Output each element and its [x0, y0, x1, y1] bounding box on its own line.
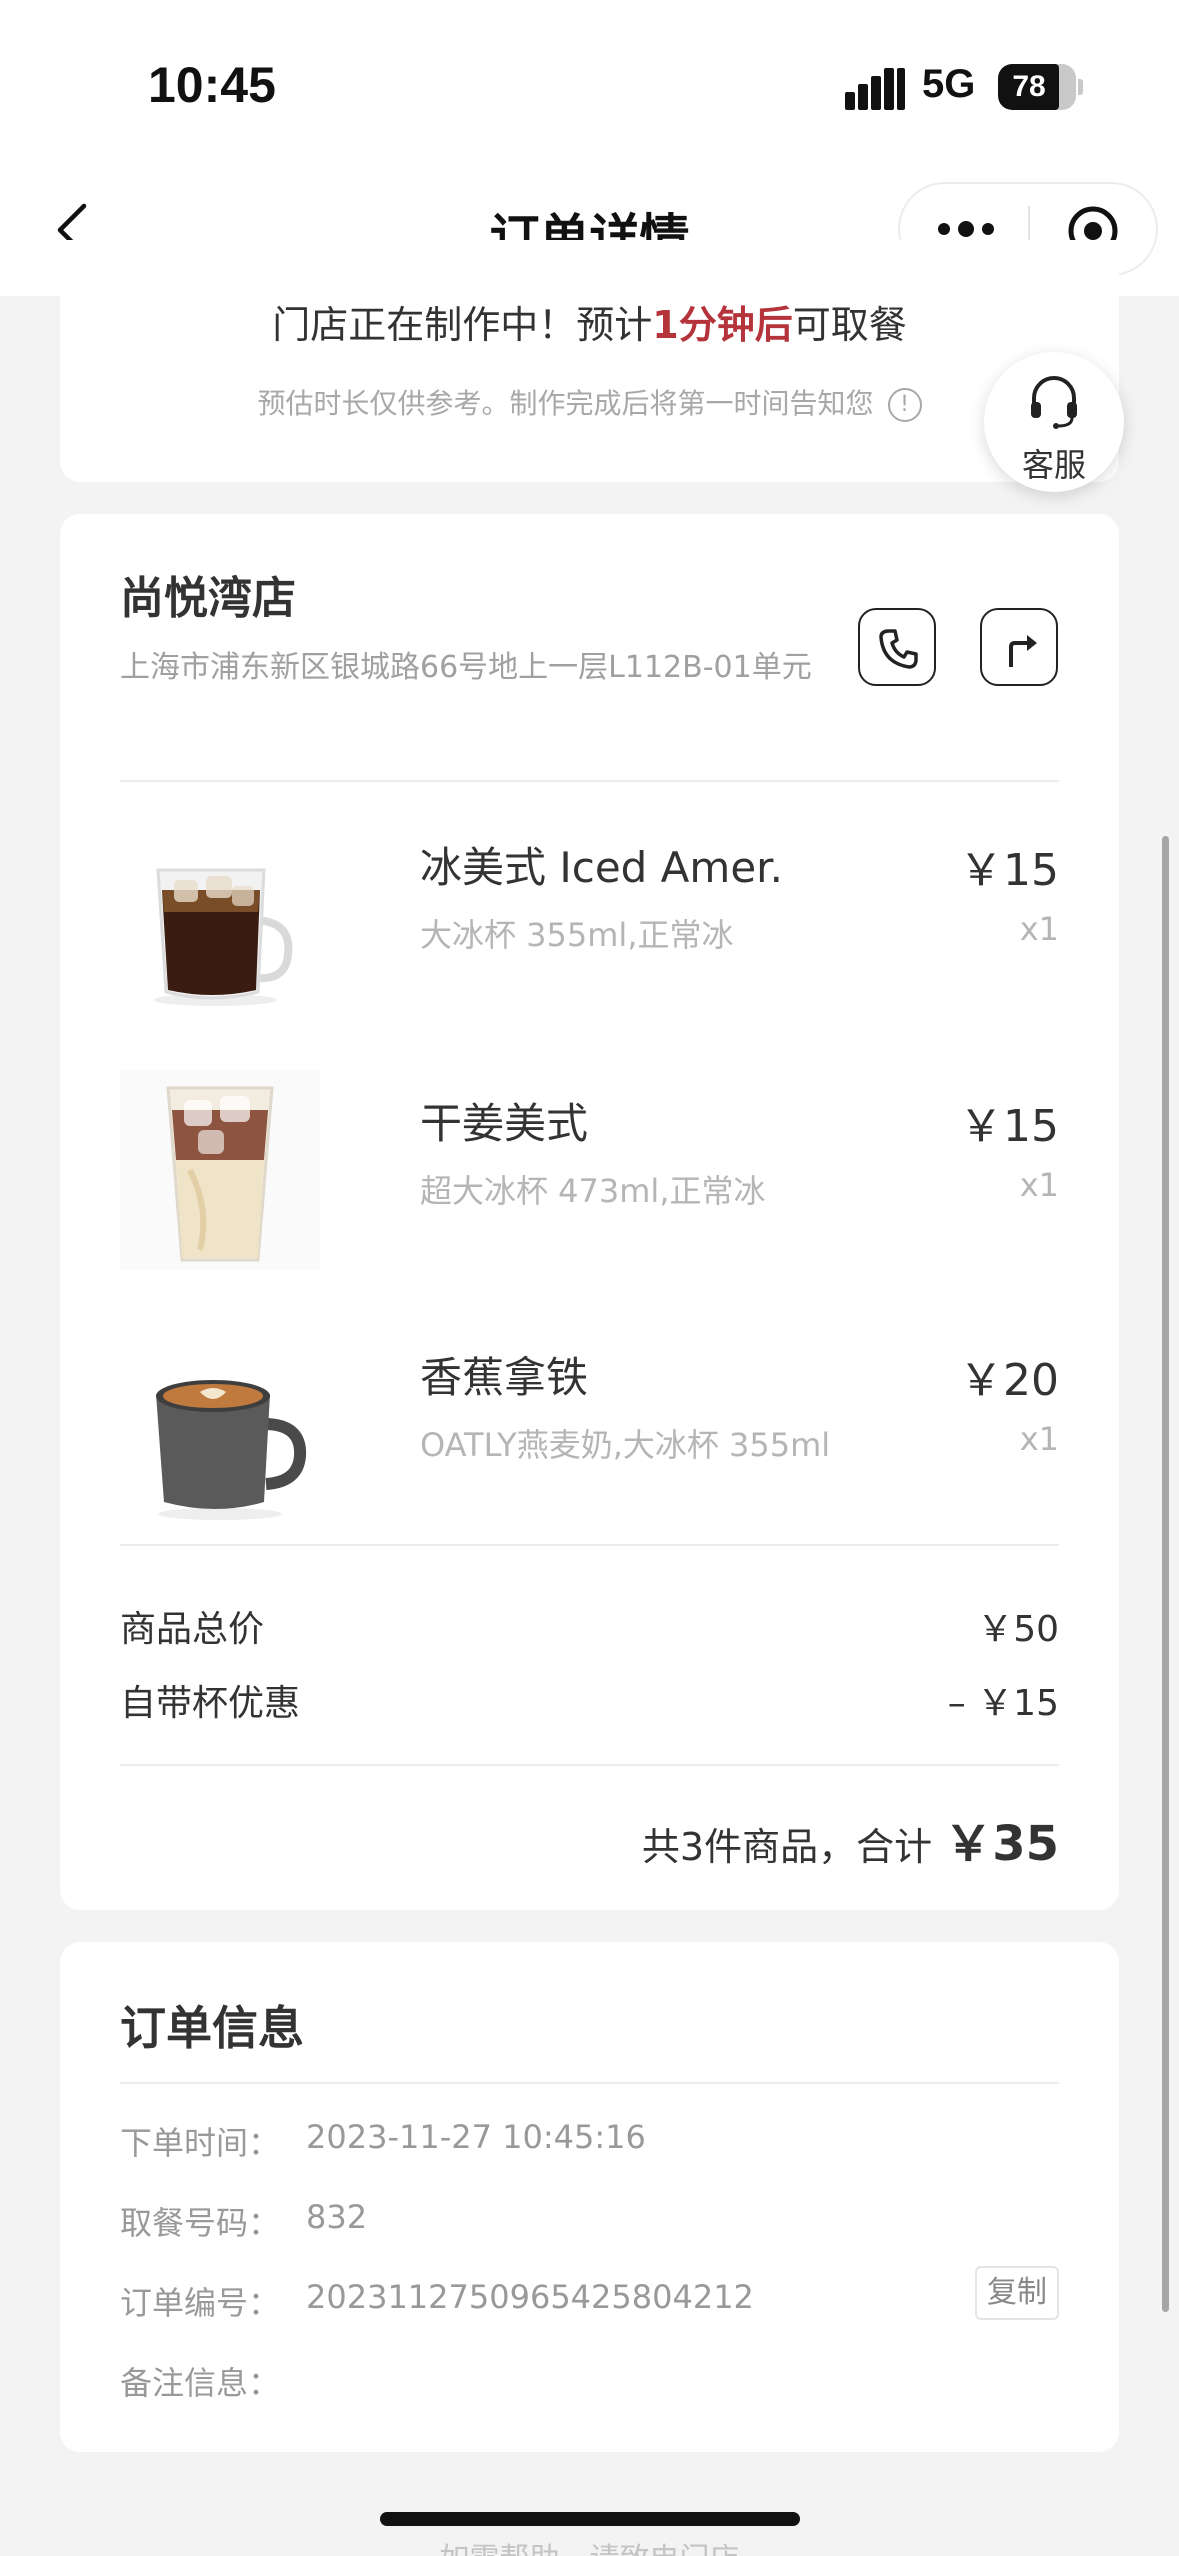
banana-latte-image — [120, 1324, 320, 1524]
item-spec: 大冰杯 355ml,正常冰 — [420, 916, 734, 954]
network-type: 5G — [922, 62, 976, 106]
estimate-note: 预估时长仅供参考。制作完成后将第一时间告知您! — [60, 382, 1119, 422]
item-spec: 超大冰杯 473ml,正常冰 — [420, 1172, 766, 1210]
copy-button[interactable]: 复制 — [975, 2266, 1059, 2320]
battery-level: 78 — [1012, 70, 1046, 103]
scrollbar[interactable] — [1162, 836, 1169, 2312]
battery-tip — [1078, 79, 1083, 95]
store-card: 尚悦湾店 上海市浦东新区银城路66号地上一层L112B-01单元 冰美式 Ice… — [60, 514, 1119, 1910]
status-bar: 10:45 5G 78 — [0, 0, 1179, 170]
item-spec: OATLY燕麦奶,大冰杯 355ml — [420, 1426, 831, 1464]
estimate-note-text: 预估时长仅供参考。制作完成后将第一时间告知您 — [257, 387, 874, 420]
subtotal-row: 商品总价 ￥50 — [120, 1600, 1059, 1652]
customer-service-button[interactable]: 客服 — [984, 352, 1124, 492]
item-price: ￥15 — [959, 845, 1059, 896]
signal-icon — [845, 66, 905, 110]
divider — [120, 780, 1059, 782]
pickup-number-value: 832 — [306, 2198, 368, 2236]
order-time-value: 2023-11-27 10:45:16 — [306, 2118, 646, 2156]
divider — [120, 1764, 1059, 1766]
store-address: 上海市浦东新区银城路66号地上一层L112B-01单元 — [120, 650, 812, 685]
iced-americano-image — [120, 814, 320, 1014]
item-price: ￥20 — [959, 1355, 1059, 1406]
progress-suffix: 可取餐 — [792, 303, 907, 347]
store-name: 尚悦湾店 — [120, 573, 296, 624]
route-arrow-icon — [1009, 635, 1037, 667]
progress-prefix: 门店正在制作中！预计 — [272, 303, 653, 347]
progress-card: 门店正在制作中！预计1分钟后可取餐 预估时长仅供参考。制作完成后将第一时间告知您… — [60, 240, 1119, 482]
discount-label: 自带杯优惠 — [120, 1683, 301, 1724]
footer-hint: 如需帮助，请致电门店 — [0, 2534, 1179, 2556]
order-number-value: 20231127509654258042​12 — [306, 2278, 754, 2316]
phone-icon — [879, 629, 918, 669]
remark-label: 备注信息： — [120, 2364, 281, 2402]
subtotal-value: ￥50 — [977, 1609, 1059, 1650]
discount-row: 自带杯优惠 – ￥15 — [120, 1674, 1059, 1726]
order-item: 冰美式 Iced Amer. 大冰杯 355ml,正常冰 ￥15 x1 — [120, 814, 1059, 1014]
order-total: 共3件商品，合计 ￥35 — [642, 1804, 1059, 1874]
item-name: 干姜美式 — [420, 1099, 589, 1148]
progress-message: 门店正在制作中！预计1分钟后可取餐 — [60, 294, 1119, 349]
item-name: 香蕉拿铁 — [420, 1353, 589, 1402]
customer-service-label: 客服 — [1021, 446, 1086, 484]
item-price: ￥15 — [959, 1101, 1059, 1152]
status-time: 10:45 — [148, 57, 276, 113]
subtotal-label: 商品总价 — [120, 1609, 265, 1650]
home-indicator[interactable] — [380, 2512, 800, 2526]
order-number-label: 订单编号： — [120, 2284, 281, 2322]
battery-icon: 78 — [998, 64, 1076, 110]
order-item: 香蕉拿铁 OATLY燕麦奶,大冰杯 355ml ￥20 x1 — [120, 1324, 1059, 1524]
divider — [120, 1544, 1059, 1546]
order-info-card: 订单信息 下单时间： 2023-11-27 10:45:16 取餐号码： 832… — [60, 1942, 1119, 2452]
info-icon[interactable]: ! — [887, 388, 922, 422]
order-time-label: 下单时间： — [120, 2124, 281, 2162]
order-info-title: 订单信息 — [120, 2001, 304, 2055]
item-qty: x1 — [1019, 910, 1059, 948]
divider — [120, 2082, 1059, 2084]
item-qty: x1 — [1019, 1420, 1059, 1458]
order-item: 干姜美式 超大冰杯 473ml,正常冰 ￥15 x1 — [120, 1070, 1059, 1270]
headset-icon — [1031, 376, 1077, 429]
total-prefix: 共3件商品，合计 — [641, 1825, 933, 1869]
item-qty: x1 — [1019, 1166, 1059, 1204]
pickup-number-label: 取餐号码： — [120, 2204, 281, 2242]
item-name: 冰美式 Iced Amer. — [420, 843, 783, 892]
total-value: ￥35 — [944, 1816, 1059, 1872]
progress-eta: 1分钟后 — [652, 303, 793, 347]
call-store-button[interactable] — [858, 608, 936, 686]
ginger-americano-image — [120, 1070, 320, 1270]
discount-value: – ￥15 — [947, 1683, 1059, 1724]
navigate-button[interactable] — [980, 608, 1058, 686]
